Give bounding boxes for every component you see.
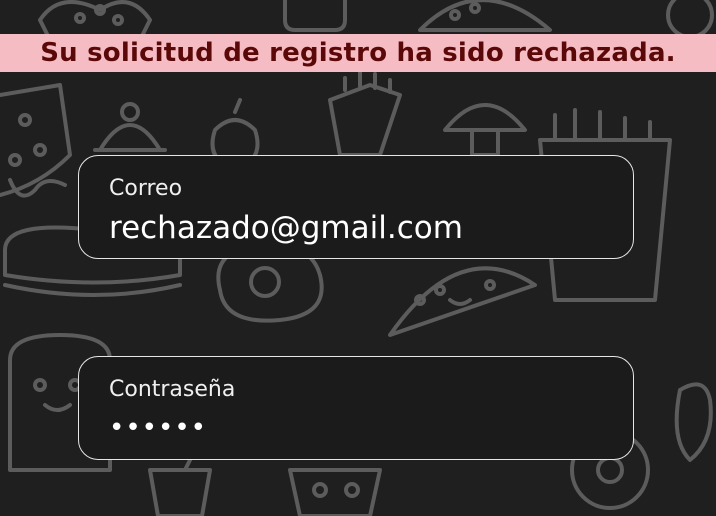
email-field[interactable]: Correo rechazado@gmail.com [78, 155, 634, 259]
pizza-doodle-icon [0, 83, 72, 198]
rejection-banner: Su solicitud de registro ha sido rechaza… [0, 34, 716, 72]
password-field-label: Contraseña [109, 377, 236, 402]
rejection-message: Su solicitud de registro ha sido rechaza… [40, 38, 676, 68]
password-field[interactable]: Contraseña •••••• [78, 356, 634, 460]
taco-doodle-icon [388, 266, 537, 337]
email-field-label: Correo [109, 176, 183, 201]
mushroom-doodle-icon [443, 103, 527, 157]
cup-doodle-icon [288, 468, 382, 516]
pepper-right-doodle-icon [674, 382, 713, 462]
fries-doodle-icon [328, 70, 402, 157]
taco-top-doodle-icon [418, 0, 552, 32]
mug-doodle-icon [283, 0, 347, 32]
email-field-value[interactable]: rechazado@gmail.com [109, 210, 463, 246]
password-field-value[interactable]: •••••• [109, 413, 207, 443]
pudding-doodle-icon [93, 102, 167, 152]
egg-top-doodle-icon [666, 0, 714, 39]
